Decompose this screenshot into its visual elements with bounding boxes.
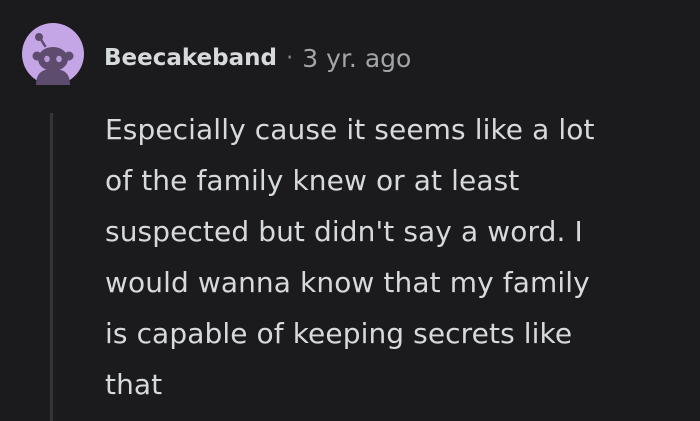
- comment-body-line: would wanna know that my family: [105, 266, 590, 299]
- comment-body-line: of the family knew or at least: [105, 164, 520, 197]
- thread-collapse-line[interactable]: [50, 113, 53, 421]
- comment-header: Beecakeband · 3 yr. ago: [104, 40, 411, 76]
- user-avatar[interactable]: [22, 23, 84, 85]
- comment-timestamp[interactable]: 3 yr. ago: [302, 44, 411, 73]
- comment-body-line: that: [105, 368, 163, 401]
- meta-separator: ·: [285, 45, 294, 71]
- comment-body-line: Especially cause it seems like a lot: [105, 113, 595, 146]
- comment-body: Especially cause it seems like a lot of …: [105, 104, 685, 410]
- snoo-avatar-icon: [32, 33, 74, 85]
- comment-body-line: is capable of keeping secrets like: [105, 317, 573, 350]
- username-link[interactable]: Beecakeband: [104, 45, 277, 71]
- comment-body-line: suspected but didn't say a word. I: [105, 215, 583, 248]
- comment: Beecakeband · 3 yr. ago Especially cause…: [0, 0, 700, 421]
